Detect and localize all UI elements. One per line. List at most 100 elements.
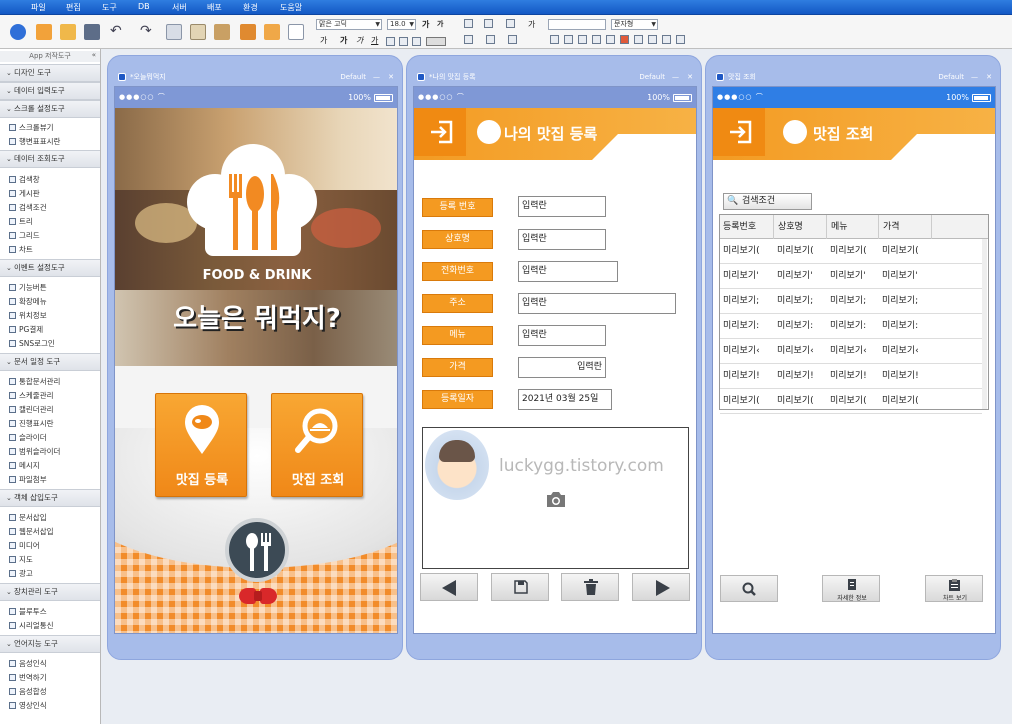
tool-d-icon[interactable] [592, 35, 601, 44]
sidebar-item-funcbtn[interactable]: 기능버튼 [9, 282, 47, 293]
sidebar-item-tree[interactable]: 트리 [9, 216, 33, 227]
phone-frame-search[interactable]: 맛집 조회 Default — ✕ ●●●○○ ⌒ 100% 맛집 조회 검색조… [705, 55, 1001, 660]
sidebar-item-calendar[interactable]: 캘린더관리 [9, 404, 54, 415]
font-name-select[interactable]: 맑은 고딕 ▼ [316, 19, 382, 30]
save-icon[interactable] [84, 24, 100, 40]
chart-view-button[interactable]: 차트 보기 [925, 575, 983, 602]
sidebar-item-grid[interactable]: 그리드 [9, 230, 40, 241]
sidebar-group-scroll[interactable]: ⌄ 스크롤 설정도구 [0, 100, 100, 118]
menu-server[interactable]: 서버 [172, 2, 187, 13]
back-button[interactable] [713, 108, 765, 156]
table-row[interactable]: 미리보기! 미리보기! 미리보기! 미리보기! [720, 364, 982, 389]
font-size-select[interactable]: 18.0 ▼ [387, 19, 416, 30]
bold-icon[interactable]: 가 [340, 35, 347, 46]
phone-input[interactable]: 입력란 [518, 261, 618, 282]
close-icon[interactable]: ✕ [687, 70, 693, 84]
sidebar-group-design[interactable]: ⌄ 디자인 도구 [0, 64, 100, 82]
detail-button[interactable]: 자세한 정보 [822, 575, 880, 602]
table-row[interactable]: 미리보기: 미리보기: 미리보기: 미리보기: [720, 314, 982, 339]
sidebar-item-bluetooth[interactable]: 블루투스 [9, 606, 47, 617]
border-color-icon[interactable] [486, 35, 495, 44]
grid-scrollbar[interactable] [982, 239, 987, 409]
register-button[interactable]: 맛집 등록 [155, 393, 247, 497]
align-icon[interactable] [240, 24, 256, 40]
align-right-icon[interactable] [412, 37, 421, 46]
sidebar-item-rowcol[interactable]: 행변표표시란 [9, 136, 60, 147]
prev-button[interactable] [420, 573, 478, 601]
table-row[interactable]: 미리보기; 미리보기; 미리보기; 미리보기; [720, 289, 982, 314]
phone-frame-register[interactable]: *나의 맛집 등록 Default — ✕ ●●●○○ ⌒ 100% 나의 맛집… [406, 55, 702, 660]
address-input[interactable]: 입력란 [518, 293, 676, 314]
sidebar-item-vision[interactable]: 영상인식 [9, 700, 47, 711]
sidebar-item-extmenu[interactable]: 확장메뉴 [9, 296, 47, 307]
sidebar-group-device[interactable]: ⌄ 장치관리 도구 [0, 583, 100, 601]
copy-icon[interactable] [166, 24, 182, 40]
sidebar-group-event[interactable]: ⌄ 이벤트 설정도구 [0, 259, 100, 277]
group-icon[interactable] [508, 35, 517, 44]
font-color-icon[interactable]: 가 [320, 35, 327, 46]
layout-icon[interactable] [464, 19, 473, 28]
collapse-icon[interactable]: « [92, 51, 96, 59]
fill-icon[interactable] [464, 35, 473, 44]
sidebar-item-map[interactable]: 지도 [9, 554, 33, 565]
col-menu[interactable]: 메뉴 [827, 215, 879, 239]
menu-help[interactable]: 도움말 [280, 2, 302, 13]
table-icon[interactable] [484, 19, 493, 28]
menu-env[interactable]: 환경 [243, 2, 258, 13]
sidebar-item-voice[interactable]: 음성인식 [9, 658, 47, 669]
brush-icon[interactable] [214, 24, 230, 40]
sidebar-item-schedule[interactable]: 스케줄관리 [9, 390, 54, 401]
name-input[interactable]: 입력란 [518, 229, 606, 250]
minimize-icon[interactable]: — [971, 70, 978, 84]
table-row[interactable]: 미리보기‹ 미리보기‹ 미리보기‹ 미리보기‹ [720, 339, 982, 364]
col-price[interactable]: 가격 [879, 215, 932, 239]
sidebar-item-slider[interactable]: 슬라이더 [9, 432, 47, 443]
minimize-icon[interactable]: — [672, 70, 679, 84]
sidebar-item-serial[interactable]: 시리얼통신 [9, 620, 54, 631]
eye-icon[interactable] [606, 35, 615, 44]
font-shrink-icon[interactable]: 가 [437, 19, 443, 29]
tool-a-icon[interactable] [550, 35, 559, 44]
sidebar-item-docinsert[interactable]: 문서삽입 [9, 512, 47, 523]
sidebar-item-progress[interactable]: 진행표시란 [9, 418, 54, 429]
price-input[interactable]: 입력란 [518, 357, 606, 378]
sidebar-item-ad[interactable]: 광고 [9, 568, 33, 579]
open-folder-icon[interactable] [60, 24, 76, 40]
sidebar-item-pg[interactable]: PG결제 [9, 324, 43, 335]
tool-h-icon[interactable] [676, 35, 685, 44]
menu-deploy[interactable]: 배포 [207, 2, 222, 13]
close-icon[interactable]: ✕ [388, 70, 394, 84]
sidebar-item-docmgmt[interactable]: 통합문서관리 [9, 376, 60, 387]
regno-input[interactable]: 입력란 [518, 196, 606, 217]
sidebar-group-query[interactable]: ⌄ 데이터 조회도구 [0, 150, 100, 168]
next-button[interactable] [632, 573, 690, 601]
table-row[interactable]: 미리보기(미리보기(미리보기(미리보기( [720, 389, 982, 414]
redo-icon[interactable]: ↷ [140, 24, 156, 40]
date-input[interactable]: 2021년 03월 25일 [518, 389, 612, 410]
close-icon[interactable]: ✕ [986, 70, 992, 84]
paste-icon[interactable] [190, 24, 206, 40]
sidebar-item-webdoc[interactable]: 웹문서삽입 [9, 526, 54, 537]
table-row[interactable]: 미리보기' 미리보기' 미리보기' 미리보기' [720, 264, 982, 289]
menu-edit[interactable]: 편집 [66, 2, 81, 13]
sidebar-item-location[interactable]: 위치정보 [9, 310, 47, 321]
type-select[interactable]: 문자형 ▼ [611, 19, 658, 30]
save-button[interactable] [491, 573, 549, 601]
underline-icon[interactable]: 가 [371, 35, 378, 46]
sidebar-group-doc[interactable]: ⌄ 문서 일정 도구 [0, 353, 100, 371]
name-input[interactable] [548, 19, 606, 30]
align-center-icon[interactable] [399, 37, 408, 46]
menu-tools[interactable]: 도구 [102, 2, 117, 13]
search-button[interactable]: 맛집 조회 [271, 393, 363, 497]
undo-icon[interactable]: ↶ [110, 24, 126, 40]
tool-f-icon[interactable] [648, 35, 657, 44]
delete-button[interactable] [561, 573, 619, 601]
tool-c-icon[interactable] [578, 35, 587, 44]
table-row[interactable]: 미리보기(미리보기(미리보기(미리보기( [720, 239, 982, 264]
sidebar-group-object[interactable]: ⌄ 객체 삽입도구 [0, 489, 100, 507]
line-style-icon[interactable] [426, 37, 446, 46]
sidebar-item-sns[interactable]: SNS로그인 [9, 338, 55, 349]
sidebar-item-media[interactable]: 미디어 [9, 540, 40, 551]
italic-icon[interactable]: 가 [356, 35, 363, 46]
menu-file[interactable]: 파일 [31, 2, 46, 13]
